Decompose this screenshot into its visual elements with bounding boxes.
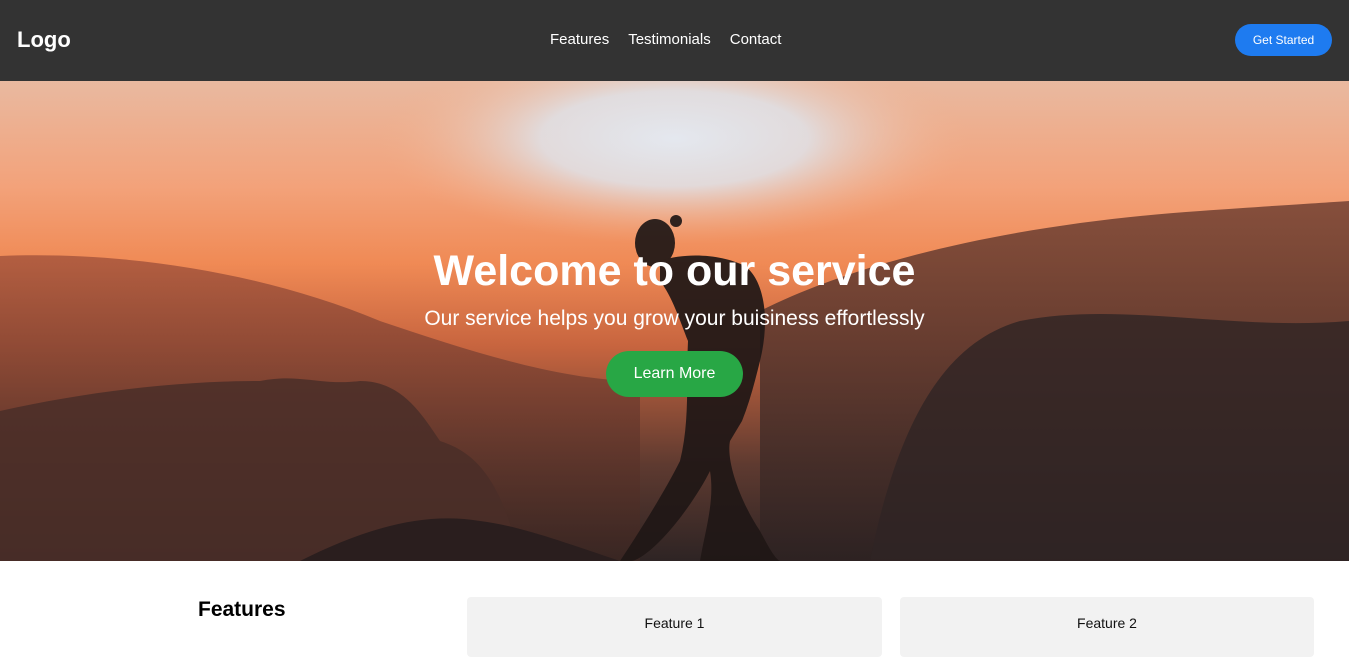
learn-more-button[interactable]: Learn More bbox=[606, 351, 743, 397]
hero-subtitle: Our service helps you grow your buisines… bbox=[424, 307, 925, 330]
get-started-button[interactable]: Get Started bbox=[1235, 24, 1332, 56]
nav-link-features[interactable]: Features bbox=[550, 31, 609, 49]
hero-section: Welcome to our service Our service helps… bbox=[0, 81, 1349, 561]
main-nav: Features Testimonials Contact bbox=[550, 31, 781, 49]
feature-card: Feature 2 bbox=[900, 597, 1314, 657]
feature-card: Feature 1 bbox=[467, 597, 882, 657]
feature-card-title: Feature 1 bbox=[644, 615, 705, 631]
features-heading: Features bbox=[198, 598, 286, 621]
site-header: Logo Features Testimonials Contact Get S… bbox=[0, 0, 1349, 81]
feature-card-title: Feature 2 bbox=[1077, 615, 1137, 631]
logo[interactable]: Logo bbox=[17, 26, 71, 54]
nav-link-testimonials[interactable]: Testimonials bbox=[628, 31, 711, 49]
hero-content: Welcome to our service Our service helps… bbox=[0, 246, 1349, 397]
nav-link-contact[interactable]: Contact bbox=[730, 31, 782, 49]
hero-title: Welcome to our service bbox=[433, 247, 916, 295]
